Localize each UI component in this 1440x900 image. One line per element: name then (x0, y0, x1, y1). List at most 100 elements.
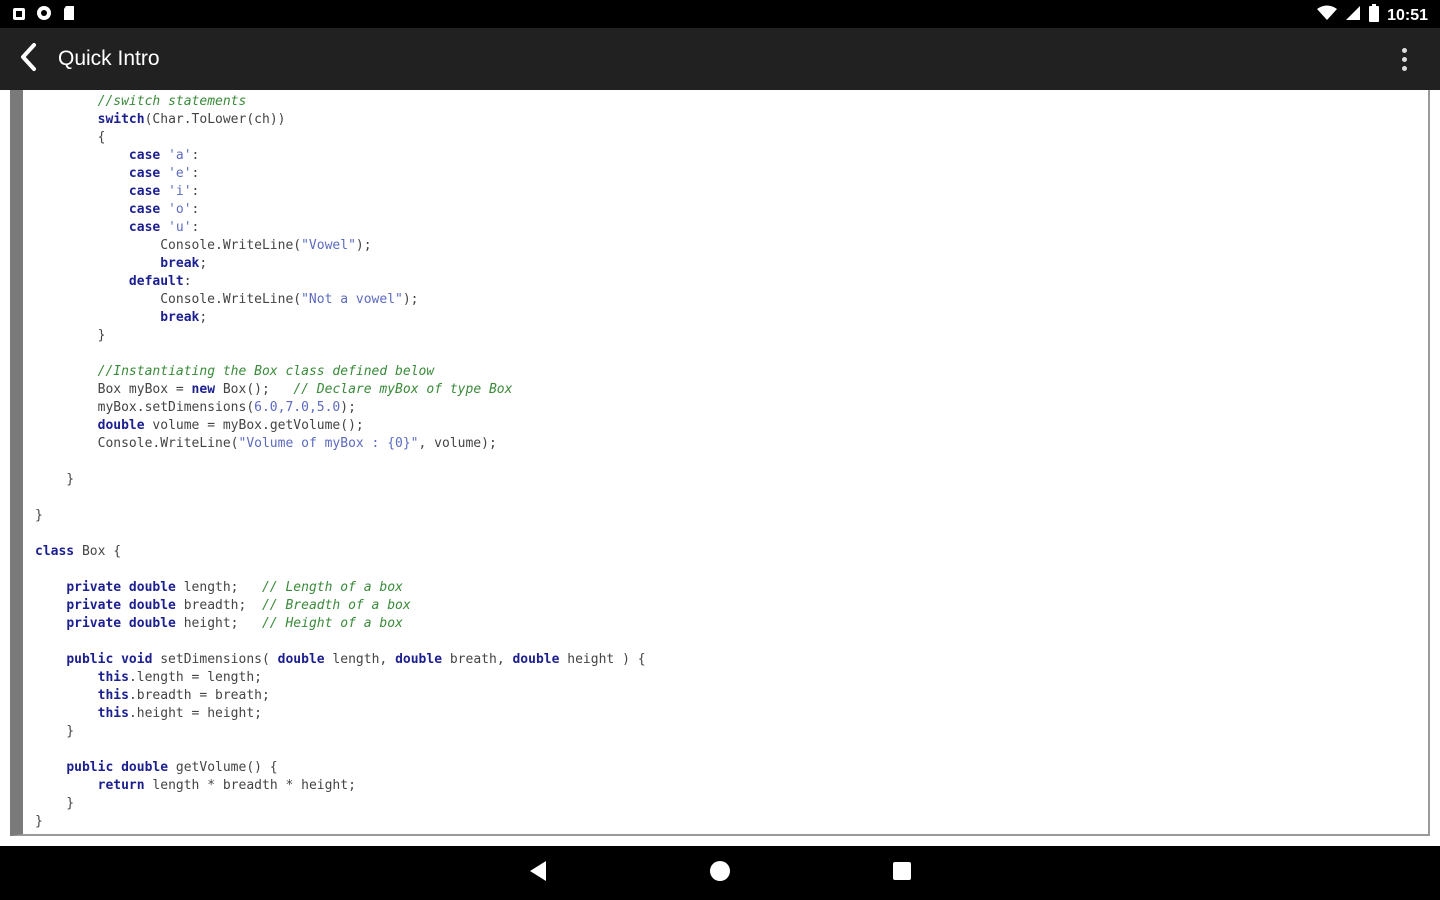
code-line: myBox.setDimensions(6.0,7.0,5.0); (35, 399, 646, 417)
code-literal: 'i' (168, 184, 192, 199)
battery-icon (1369, 4, 1380, 27)
code-literal: 'u' (168, 220, 192, 235)
cell-signal-icon (1345, 5, 1361, 26)
back-arrow-icon (18, 42, 38, 76)
code-line: return length * breadth * height; (35, 777, 646, 795)
code-text: : (191, 184, 200, 199)
code-text: ); (340, 400, 356, 415)
code-line: default: (35, 273, 646, 291)
code-line: Console.WriteLine("Volume of myBox : {0}… (35, 435, 646, 453)
code-line: public void setDimensions( double length… (35, 651, 645, 669)
app-bar: Quick Intro (0, 28, 1440, 90)
code-keyword: break (160, 256, 200, 271)
code-line: double volume = myBox.getVolume(); (35, 417, 646, 435)
code-text: getVolume() { (168, 760, 278, 775)
nav-back-icon (528, 860, 548, 886)
code-text: : (191, 166, 200, 181)
code-line: case 'a': (35, 147, 646, 165)
code-keyword: case (128, 184, 161, 199)
code-line: case 'e': (35, 165, 646, 183)
code-viewer[interactable]: //switch statements switch(Char.ToLower(… (10, 90, 1430, 836)
code-line: public double getVolume() { (35, 759, 646, 777)
code-keyword: public void (66, 652, 153, 667)
code-line: case 'u': (35, 219, 646, 237)
overflow-menu-button[interactable] (1392, 44, 1416, 74)
sync-icon (36, 5, 52, 25)
nav-home-button[interactable] (708, 861, 732, 885)
code-keyword: private double (66, 598, 176, 613)
code-comment: // Breadth of a box (261, 598, 411, 613)
code-text: { (35, 130, 106, 145)
code-line: break; (35, 309, 646, 327)
code-comment: //Instantiating the Box class defined be… (97, 364, 435, 379)
code-comment: // Height of a box (261, 616, 403, 631)
code-text: ); (355, 238, 372, 253)
code-line: private double height; // Height of a bo… (35, 615, 646, 633)
code-literal: "Vowel" (301, 238, 356, 253)
code-literal: "Not a vowel" (301, 292, 403, 307)
code-line: this.length = length; (35, 669, 646, 687)
code-text: .length = length; (128, 670, 262, 685)
code-literal: "Volume of myBox : {0}" (238, 436, 419, 451)
overflow-menu-icon (1401, 47, 1407, 53)
code-block: //switch statements switch(Char.ToLower(… (35, 93, 646, 831)
nav-recents-button[interactable] (890, 861, 914, 885)
back-button[interactable] (0, 28, 56, 90)
code-line: private double breadth; // Breadth of a … (35, 597, 646, 615)
code-text: , volume); (418, 436, 497, 451)
code-line: this.height = height; (35, 705, 646, 723)
status-notification-icons (12, 5, 76, 25)
code-text: : (191, 202, 200, 217)
code-text: length, (324, 652, 396, 667)
nav-back-button[interactable] (526, 861, 550, 885)
code-line: //switch statements (35, 93, 646, 111)
code-text: breath, (442, 652, 513, 667)
code-line: break; (35, 255, 646, 273)
code-line: class Box { (35, 543, 646, 561)
code-text: length; (175, 580, 262, 595)
code-line: } (35, 471, 646, 489)
code-text: breadth; (175, 598, 262, 613)
code-line: private double length; // Length of a bo… (35, 579, 646, 597)
code-comment: // Declare myBox of type Box (293, 382, 513, 397)
code-line: Console.WriteLine("Not a vowel"); (35, 291, 646, 309)
code-keyword: case (128, 166, 161, 181)
code-text: ; (199, 256, 208, 271)
code-keyword: class (35, 544, 75, 559)
code-text: Box(); (215, 382, 294, 397)
code-line: Console.WriteLine("Vowel"); (35, 237, 646, 255)
code-line: } (35, 795, 646, 813)
code-line: //Instantiating the Box class defined be… (35, 363, 646, 381)
code-keyword: double (277, 652, 325, 667)
nav-recents-icon (892, 861, 912, 885)
code-text: } (35, 724, 75, 739)
code-keyword: double (395, 652, 443, 667)
notification-icon (12, 6, 26, 25)
code-keyword: double (97, 418, 145, 433)
code-keyword: private double (66, 616, 176, 631)
code-keyword: this (97, 670, 129, 685)
code-text: volume = myBox.getVolume(); (144, 418, 364, 433)
